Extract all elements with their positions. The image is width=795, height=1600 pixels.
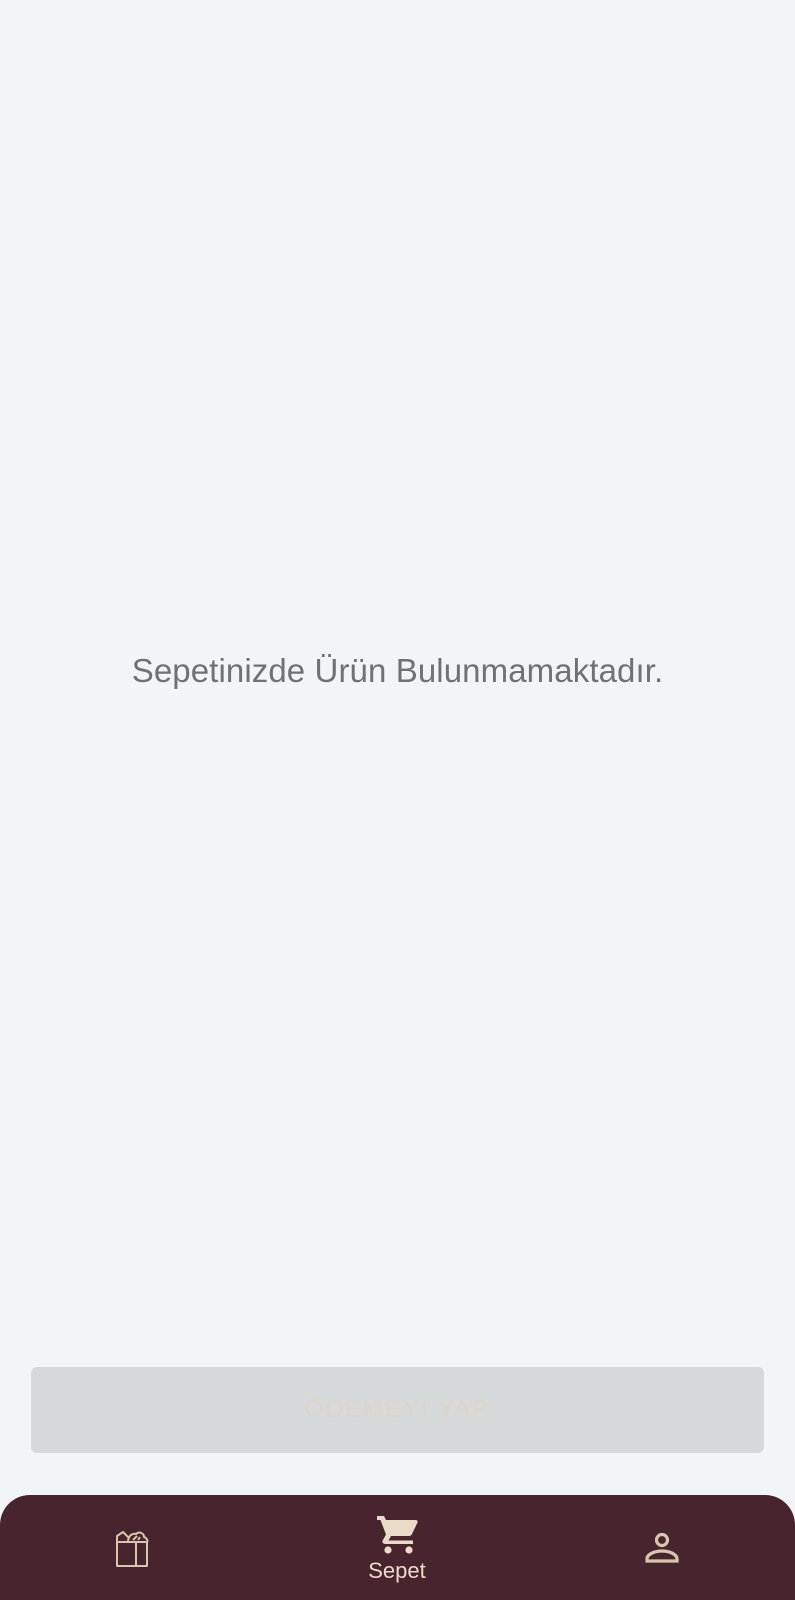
shopping-cart-icon	[375, 1512, 419, 1554]
nav-item-products[interactable]	[80, 1495, 184, 1600]
empty-cart-message: Sepetinizde Ürün Bulunmamaktadır.	[131, 652, 664, 689]
nav-item-cart[interactable]: Sepet	[345, 1495, 449, 1600]
checkout-button[interactable]: ÖDEMEYİ YAP	[31, 1367, 764, 1453]
bottom-navigation-bar: Sepet	[0, 1495, 795, 1600]
nav-label-cart: Sepet	[368, 1557, 426, 1583]
nav-item-account[interactable]	[610, 1495, 714, 1600]
person-icon	[644, 1530, 680, 1566]
grocery-bag-icon	[114, 1528, 150, 1568]
